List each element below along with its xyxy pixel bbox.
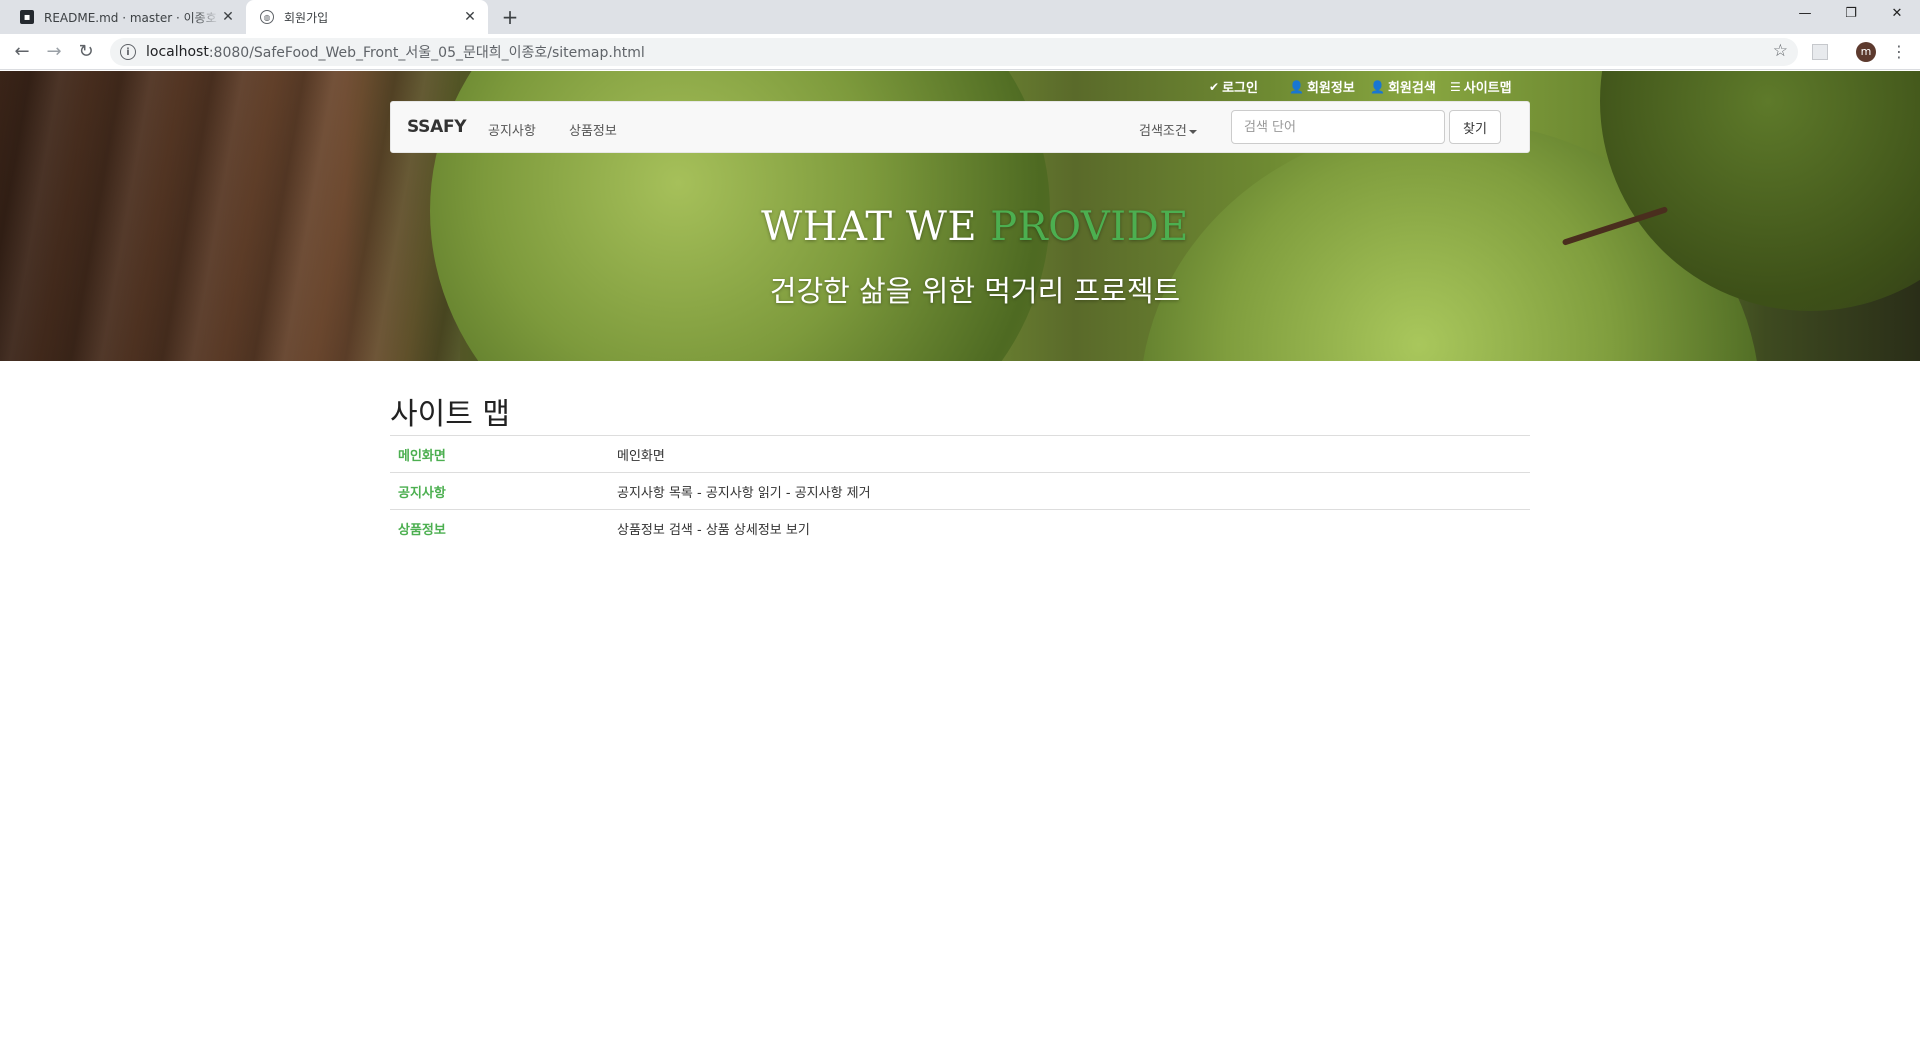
minimize-window-button[interactable]: — [1782, 0, 1828, 28]
new-tab-button[interactable]: + [498, 5, 522, 29]
tab-title: README.md · master · 이종호 / [44, 10, 220, 25]
sitemap-section: 사이트 맵 메인화면 메인화면 공지사항 공지사항 목록 - 공지사항 읽기 -… [390, 389, 1530, 547]
hero-title: WHAT WE PROVIDE [0, 204, 1920, 250]
sitemap-section-products[interactable]: 상품정보 [390, 509, 609, 547]
member-info-link[interactable]: 👤 회원정보 [1289, 77, 1355, 97]
bookmark-star-icon[interactable]: ☆ [1773, 41, 1788, 61]
sitemap-link[interactable]: ☰ 사이트맵 [1450, 77, 1512, 97]
sitemap-description: 상품정보 검색 - 상품 상세정보 보기 [609, 509, 1530, 547]
table-row: 메인화면 메인화면 [390, 435, 1530, 473]
sitemap-section-main[interactable]: 메인화면 [390, 435, 609, 473]
browser-toolbar: ← → ↻ i localhost:8080/SafeFood_Web_Fron… [0, 34, 1920, 70]
sitemap-section-notice[interactable]: 공지사항 [390, 472, 609, 510]
address-bar[interactable]: i localhost:8080/SafeFood_Web_Front_서울_0… [110, 38, 1798, 66]
login-link[interactable]: ✔ 로그인 [1209, 77, 1258, 97]
member-info-label: 회원정보 [1306, 81, 1355, 96]
profile-avatar[interactable]: m [1856, 42, 1876, 62]
page-title: 사이트 맵 [390, 397, 510, 432]
close-tab-icon[interactable]: ✕ [220, 9, 236, 25]
github-icon: ▪ [20, 10, 34, 24]
member-search-label: 회원검색 [1387, 81, 1436, 96]
close-window-button[interactable]: ✕ [1874, 0, 1920, 28]
forward-arrow-icon[interactable]: → [42, 40, 66, 64]
hero-title-plain: WHAT WE [761, 204, 991, 250]
search-condition-label: 검색조건 [1139, 124, 1187, 139]
hero-title-accent: PROVIDE [990, 204, 1189, 250]
sitemap-label: 사이트맵 [1463, 81, 1512, 96]
browser-tab-signup[interactable]: ◍ 회원가입 ✕ [246, 0, 488, 34]
brand-logo[interactable]: SSAFY [407, 117, 467, 137]
login-label: 로그인 [1222, 81, 1258, 96]
user-icon: 👤 [1289, 79, 1304, 94]
search-condition-dropdown[interactable]: 검색조건 [1139, 120, 1197, 139]
browser-menu-icon[interactable]: ⋮ [1890, 40, 1908, 64]
user-icon: 👤 [1370, 79, 1385, 94]
close-tab-icon[interactable]: ✕ [462, 9, 478, 25]
browser-tabstrip: ▪ README.md · master · 이종호 / ✕ ◍ 회원가입 ✕ … [0, 0, 1920, 34]
reload-icon[interactable]: ↻ [74, 40, 98, 64]
search-input[interactable] [1231, 110, 1445, 144]
table-row: 상품정보 상품정보 검색 - 상품 상세정보 보기 [390, 509, 1530, 547]
main-navbar: SSAFY 공지사항 상품정보 검색조건 찾기 [390, 101, 1530, 153]
url-path: :8080/SafeFood_Web_Front_서울_05_문대희_이종호/s… [208, 45, 645, 61]
sitemap-description: 메인화면 [609, 435, 1530, 473]
hero-subtitle: 건강한 삶을 위한 먹거리 프로젝트 [769, 274, 1181, 308]
page-viewport: ✔ 로그인 👤 회원정보 👤 회원검색 ☰ 사이트맵 SSAFY 공지사항 상품… [0, 71, 1920, 1040]
list-icon: ☰ [1450, 79, 1461, 94]
top-utility-menu: ✔ 로그인 👤 회원정보 👤 회원검색 ☰ 사이트맵 [0, 77, 1920, 97]
member-search-link[interactable]: 👤 회원검색 [1370, 77, 1436, 97]
maximize-window-button[interactable]: ❐ [1828, 0, 1874, 28]
nav-link-notice[interactable]: 공지사항 [488, 120, 536, 139]
tab-title: 회원가입 [284, 10, 329, 25]
sitemap-description: 공지사항 목록 - 공지사항 읽기 - 공지사항 제거 [609, 472, 1530, 510]
url-host: localhost [146, 44, 209, 60]
extension-icon[interactable] [1812, 44, 1828, 60]
site-info-icon[interactable]: i [120, 44, 136, 60]
search-button[interactable]: 찾기 [1449, 110, 1501, 144]
caret-down-icon [1188, 129, 1197, 134]
check-icon: ✔ [1209, 79, 1220, 94]
globe-icon: ◍ [260, 10, 274, 24]
sitemap-table: 메인화면 메인화면 공지사항 공지사항 목록 - 공지사항 읽기 - 공지사항 … [390, 435, 1530, 547]
back-arrow-icon[interactable]: ← [10, 40, 34, 64]
hero-banner: ✔ 로그인 👤 회원정보 👤 회원검색 ☰ 사이트맵 SSAFY 공지사항 상품… [0, 71, 1920, 361]
table-row: 공지사항 공지사항 목록 - 공지사항 읽기 - 공지사항 제거 [390, 472, 1530, 510]
nav-link-products[interactable]: 상품정보 [569, 120, 617, 139]
browser-tab-readme[interactable]: ▪ README.md · master · 이종호 / ✕ [8, 0, 246, 34]
